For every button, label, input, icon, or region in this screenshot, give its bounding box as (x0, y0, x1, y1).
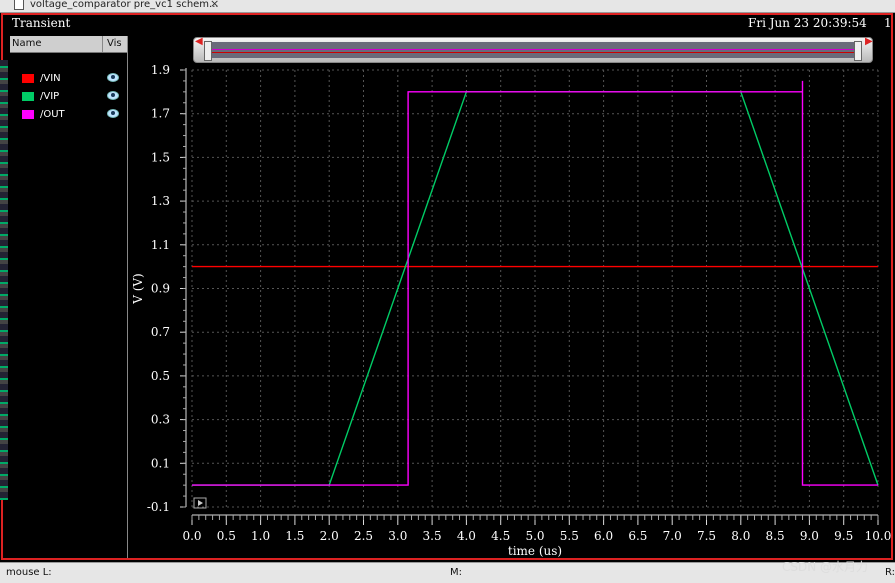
left-strip (0, 60, 8, 500)
scroll-left-arrow-icon[interactable]: ◀ (195, 36, 203, 47)
legend-label-vin: /VIN (40, 72, 61, 84)
eye-icon[interactable] (107, 73, 119, 82)
legend-col-vis[interactable]: Vis (103, 36, 122, 52)
page-number: 1 (884, 16, 892, 30)
status-mouse-right: R: (885, 567, 895, 578)
waveform-window (1, 13, 893, 560)
scrollbar-left-handle[interactable] (204, 41, 212, 61)
watermark: CSDN @水月力 (782, 560, 869, 574)
legend-item-vip[interactable]: /VIP (10, 87, 127, 105)
eye-icon[interactable] (107, 109, 119, 118)
status-mouse-middle: M: (450, 567, 462, 578)
legend-item-out[interactable]: /OUT (10, 105, 127, 123)
legend-item-vin[interactable]: /VIN (10, 69, 127, 87)
panel-title: Transient (12, 16, 71, 30)
datetime-label: Fri Jun 23 20:39:54 (748, 16, 867, 30)
status-mouse-left: mouse L: (6, 567, 52, 578)
scrollbar-preview-out (204, 49, 862, 50)
document-icon (14, 0, 24, 10)
scrollbar-preview-vin (204, 52, 862, 53)
tab-schematic[interactable]: voltage_comparator pre_vc1 schem... (14, 0, 219, 11)
legend-col-name[interactable]: Name (10, 36, 103, 52)
status-bar: mouse L: M: R: (0, 562, 895, 583)
scrollbar-track[interactable] (204, 42, 862, 58)
legend-list: /VIN /VIP /OUT (10, 69, 127, 123)
legend-swatch-vin (22, 73, 34, 83)
legend-swatch-out (22, 109, 34, 119)
legend-label-vip: /VIP (40, 90, 60, 102)
legend-panel: Name Vis /VIN /VIP /OUT (10, 36, 128, 558)
legend-label-out: /OUT (40, 108, 65, 120)
close-icon[interactable]: × (210, 0, 219, 10)
legend-header: Name Vis (10, 36, 127, 53)
tab-bar: voltage_comparator pre_vc1 schem... × (0, 0, 895, 13)
scroll-right-arrow-icon[interactable]: ▶ (865, 36, 873, 47)
scrollbar-right-handle[interactable] (854, 41, 862, 61)
zoom-scrollbar[interactable] (193, 37, 873, 63)
eye-icon[interactable] (107, 91, 119, 100)
tab-title: voltage_comparator pre_vc1 schem... (30, 0, 219, 10)
legend-swatch-vip (22, 91, 34, 101)
